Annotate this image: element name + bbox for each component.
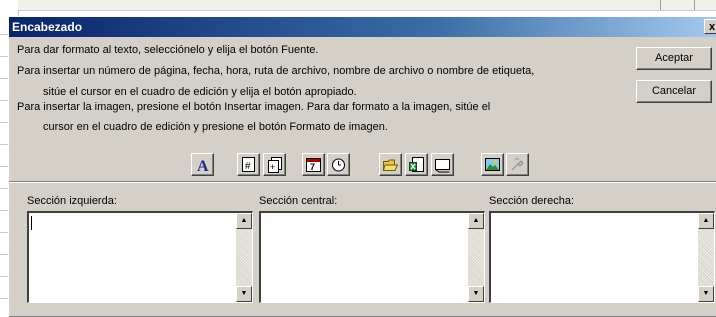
close-button[interactable]: x	[704, 19, 716, 34]
instruction-line-5: cursor en el cuadro de edición y presion…	[43, 121, 388, 133]
insert-picture-button[interactable]	[481, 153, 504, 176]
sheet-name-button[interactable]	[431, 153, 454, 176]
svg-text:7: 7	[310, 162, 315, 172]
title-bar: Encabezado x	[9, 17, 716, 37]
date-icon: 7	[306, 158, 321, 172]
cancel-button[interactable]: Cancelar	[636, 80, 712, 103]
svg-text:+: +	[270, 162, 275, 172]
left-section-label: Sección izquierda:	[27, 195, 117, 207]
instruction-line-1: Para dar formato al texto, selecciónelo …	[17, 44, 319, 56]
format-picture-button[interactable]	[506, 153, 529, 176]
total-pages-icon: +	[268, 157, 282, 173]
text-caret	[31, 216, 32, 230]
right-section-label: Sección derecha:	[489, 195, 574, 207]
dialog-title: Encabezado	[12, 20, 83, 34]
format-picture-icon	[511, 157, 524, 171]
instruction-line-3: sitúe el cursor en el cuadro de edición …	[43, 86, 357, 98]
instruction-line-4: Para insertar la imagen, presione el bot…	[17, 101, 491, 113]
header-dialog: Encabezado x Para dar formato al texto, …	[8, 16, 716, 317]
scroll-down-button[interactable]: ▼	[468, 286, 484, 302]
center-section-scrollbar[interactable]: ▲ ▼	[468, 213, 484, 302]
accept-button[interactable]: Aceptar	[636, 47, 712, 70]
sheet-name-icon	[435, 159, 450, 173]
total-pages-button[interactable]: +	[263, 153, 286, 176]
center-section-label: Sección central:	[259, 195, 338, 207]
page-number-icon: #	[242, 157, 255, 172]
svg-text:A: A	[197, 158, 209, 173]
right-section-scrollbar[interactable]: ▲ ▼	[698, 213, 714, 302]
scroll-up-button[interactable]: ▲	[468, 213, 484, 229]
date-button[interactable]: 7	[302, 153, 325, 176]
time-icon	[332, 158, 345, 172]
filename-icon	[409, 157, 424, 172]
insert-picture-icon	[485, 158, 500, 171]
scroll-down-button[interactable]: ▼	[698, 286, 714, 302]
svg-text:#: #	[245, 161, 251, 172]
right-section-editbox[interactable]: ▲ ▼	[489, 211, 715, 303]
filename-button[interactable]	[405, 153, 428, 176]
file-path-button[interactable]	[379, 153, 402, 176]
instruction-line-2: Para insertar un número de página, fecha…	[17, 65, 535, 77]
time-button[interactable]	[327, 153, 350, 176]
scroll-up-button[interactable]: ▲	[698, 213, 714, 229]
left-section-editbox[interactable]: ▲ ▼	[27, 211, 253, 303]
font-icon: A	[197, 158, 209, 173]
file-path-icon	[382, 159, 399, 171]
left-section-scrollbar[interactable]: ▲ ▼	[236, 213, 252, 302]
font-button[interactable]: A	[191, 153, 214, 176]
center-section-editbox[interactable]: ▲ ▼	[259, 211, 485, 303]
page-number-button[interactable]: #	[237, 153, 260, 176]
scroll-up-button[interactable]: ▲	[236, 213, 252, 229]
sheet-column-strip	[18, 0, 716, 11]
section-divider	[9, 181, 716, 183]
scroll-down-button[interactable]: ▼	[236, 286, 252, 302]
